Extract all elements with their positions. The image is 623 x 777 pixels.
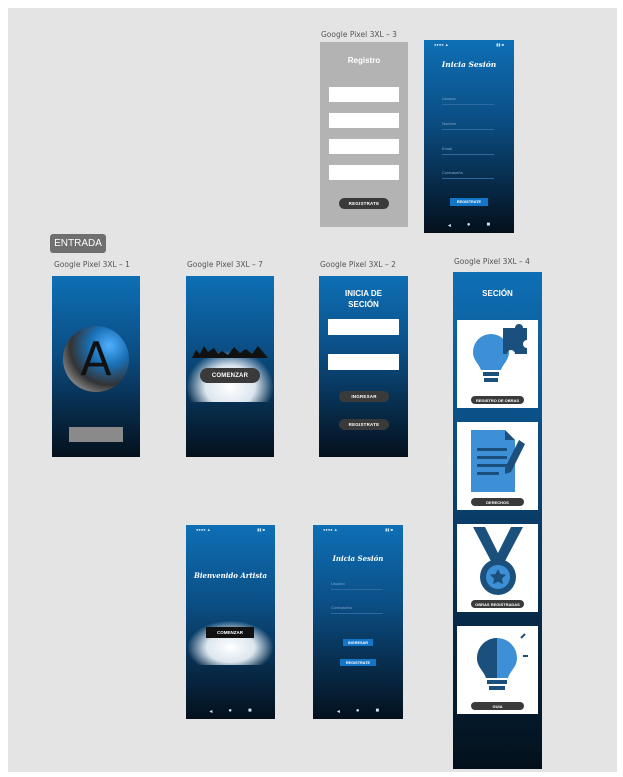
nav-bar: ◂ ● ■ xyxy=(424,222,514,229)
nav-bar: ◂ ● ■ xyxy=(186,708,275,715)
login-password-field[interactable] xyxy=(328,354,399,370)
card-label-registro: REGISTRO DE OBRAS xyxy=(471,396,524,404)
status-bar: ●●●● ▲ ▮▮ ■ xyxy=(434,42,504,47)
artboard-label-3[interactable]: Google Pixel 3XL – 3 xyxy=(321,30,397,39)
email-input[interactable]: Email xyxy=(442,146,494,155)
home-icon[interactable]: ● xyxy=(467,222,471,229)
card-derechos[interactable]: DERECHOS xyxy=(457,422,538,510)
card-obras-registradas[interactable]: OBRAS REGISTRADAS xyxy=(457,524,538,612)
artboard-secion[interactable]: SECIÓN REGISTRO DE OBRAS DERECHOS OBRAS … xyxy=(453,272,542,769)
back-icon[interactable]: ◂ xyxy=(448,222,451,229)
entrada-flow-marker[interactable]: ENTRADA xyxy=(50,234,106,253)
artboard-bienvenido[interactable]: ●●●● ▲ ▮▮ ■ Bienvenido Artista COMENZAR ◂… xyxy=(186,525,275,719)
registro-submit-button[interactable]: REGISTRATE xyxy=(339,198,389,209)
card-guia[interactable]: GUIA xyxy=(457,626,538,714)
contrasena-input[interactable]: Contraseña xyxy=(442,170,494,179)
registrate-button[interactable]: REGISTRATE xyxy=(340,659,376,666)
artboard-label-4[interactable]: Google Pixel 3XL – 4 xyxy=(454,257,530,266)
registro-field-3[interactable] xyxy=(329,139,399,154)
home-icon[interactable]: ● xyxy=(356,708,360,715)
artboard-inicia-sesion-top[interactable]: ●●●● ▲ ▮▮ ■ Inicia Sesión Usuario Nombre … xyxy=(424,40,514,233)
inicia-sesion-title: Inicia Sesión xyxy=(441,60,497,69)
artboard-label-7[interactable]: Google Pixel 3XL – 7 xyxy=(187,260,263,269)
contrasena-input[interactable]: Contraseña xyxy=(331,605,383,614)
card-label-guia: GUIA xyxy=(471,702,524,710)
card-label-derechos: DERECHOS xyxy=(471,498,524,506)
recent-icon[interactable]: ■ xyxy=(376,708,380,715)
status-bar: ●●●● ▲ ▮▮ ■ xyxy=(323,527,393,532)
recent-icon[interactable]: ■ xyxy=(487,222,491,229)
status-bar: ●●●● ▲ ▮▮ ■ xyxy=(196,527,265,532)
city-silhouette xyxy=(192,342,268,358)
brain-bulb-icon xyxy=(477,633,528,690)
back-icon[interactable]: ◂ xyxy=(337,708,340,715)
recent-icon[interactable]: ■ xyxy=(248,708,252,715)
logo-circle: A xyxy=(63,326,129,392)
logo-letter: A xyxy=(80,332,112,386)
usuario-input[interactable]: Usuario xyxy=(331,581,383,590)
artboard-label-1[interactable]: Google Pixel 3XL – 1 xyxy=(54,260,130,269)
back-icon[interactable]: ◂ xyxy=(209,708,212,715)
comenzar-button[interactable]: COMENZAR xyxy=(206,627,254,638)
ingresar-button[interactable]: INGRESAR xyxy=(339,391,389,402)
registro-field-1[interactable] xyxy=(329,87,399,102)
login-title-line1: INICIA DE xyxy=(344,289,383,298)
login-title: INICIA DE SECIÓN xyxy=(319,288,408,310)
comenzar-button[interactable]: COMENZAR xyxy=(200,368,260,383)
registrate-button[interactable]: REGISTRATE xyxy=(339,419,389,430)
registro-field-2[interactable] xyxy=(329,113,399,128)
home-icon[interactable]: ● xyxy=(228,708,232,715)
medal-icon xyxy=(473,527,523,595)
inicia-sesion-title: Inicia Sesión xyxy=(332,554,384,563)
login-user-field[interactable] xyxy=(328,319,399,335)
splash-placeholder-bar[interactable] xyxy=(69,427,123,442)
nav-bar: ◂ ● ■ xyxy=(313,708,403,715)
puzzle-bulb-icon xyxy=(473,324,527,382)
artboard-comenzar[interactable]: COMENZAR xyxy=(186,276,274,457)
nombre-input[interactable]: Nombre xyxy=(442,121,494,130)
registro-title: Registro xyxy=(347,56,381,65)
card-label-obras: OBRAS REGISTRADAS xyxy=(471,600,524,608)
secion-title: SECIÓN xyxy=(482,289,513,298)
artboard-inicia-de-sesion[interactable]: INICIA DE SECIÓN INGRESAR REGISTRATE xyxy=(319,276,408,457)
registro-field-4[interactable] xyxy=(329,165,399,180)
ingresar-button[interactable]: INGRESAR xyxy=(343,639,373,646)
usuario-input[interactable]: Usuario xyxy=(442,96,494,105)
artboard-splash[interactable]: A xyxy=(52,276,140,457)
artboard-label-2[interactable]: Google Pixel 3XL – 2 xyxy=(320,260,396,269)
login-title-line2: SECIÓN xyxy=(348,300,379,309)
card-registro-obras[interactable]: REGISTRO DE OBRAS xyxy=(457,320,538,408)
artboard-inicia-sesion-bottom[interactable]: ●●●● ▲ ▮▮ ■ Inicia Sesión Usuario Contras… xyxy=(313,525,403,719)
bienvenido-title: Bienvenido Artista xyxy=(193,571,268,580)
artboard-registro[interactable]: Registro REGISTRATE xyxy=(320,42,408,227)
registrate-button[interactable]: REGISTRATE xyxy=(450,198,488,206)
document-pen-icon xyxy=(471,430,525,492)
